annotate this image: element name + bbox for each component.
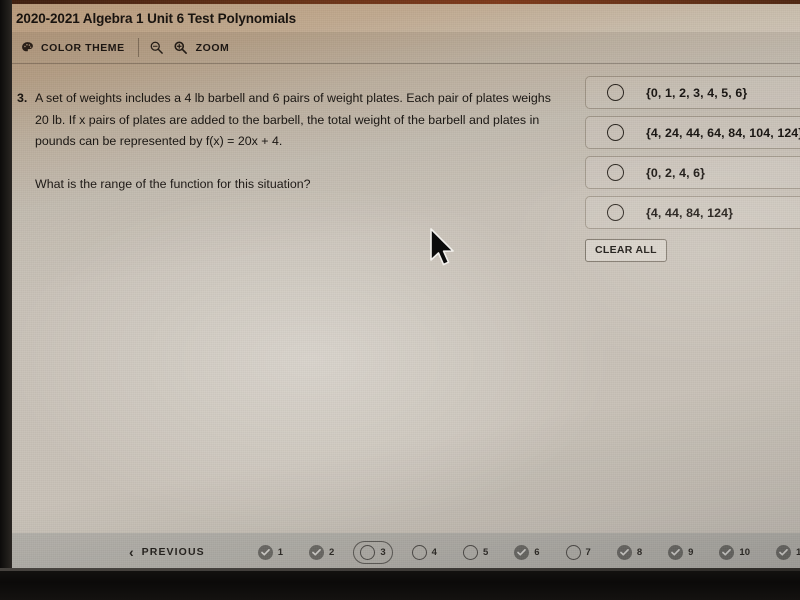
pager-item-6[interactable]: 6 [507, 541, 546, 564]
toolbar-divider [137, 38, 139, 57]
check-icon [776, 544, 791, 560]
pager-number: 2 [329, 546, 335, 558]
bottom-navigation: ‹ PREVIOUS 1234567891011 · · · [11, 533, 800, 571]
zoom-button[interactable]: ZOOM [188, 32, 241, 63]
radio-button-a[interactable] [607, 84, 624, 101]
radio-button-d[interactable] [607, 204, 624, 221]
magnifier-plus-icon[interactable] [173, 40, 188, 55]
pager-item-2[interactable]: 2 [302, 541, 341, 564]
pager-item-1[interactable]: 1 [251, 541, 290, 564]
monitor-photo: 2020-2021 Algebra 1 Unit 6 Test Polynomi… [0, 0, 800, 600]
color-theme-button[interactable]: COLOR THEME [11, 32, 136, 63]
answer-choice-a[interactable]: {0, 1, 2, 3, 4, 5, 6} [585, 76, 800, 109]
chevron-left-icon: ‹ [129, 544, 134, 560]
pager-number: 9 [688, 546, 694, 558]
previous-button[interactable]: ‹ PREVIOUS [129, 545, 205, 559]
check-icon [309, 544, 325, 560]
answer-choices: {0, 1, 2, 3, 4, 5, 6} {4, 24, 44, 64, 84… [585, 76, 800, 236]
pager-item-7[interactable]: 7 [559, 541, 598, 564]
pager-item-5[interactable]: 5 [456, 541, 495, 564]
pager-item-10[interactable]: 10 [712, 541, 757, 564]
check-icon [616, 544, 632, 560]
question-block: 3. A set of weights includes a 4 lb barb… [17, 88, 565, 195]
radio-button-b[interactable] [607, 124, 624, 141]
screen-top-edge [11, 0, 800, 4]
pager-item-4[interactable]: 4 [405, 541, 444, 564]
question-pager: 1 2 3 4 5 6 7 8 9 10 11 [251, 540, 800, 564]
app-header: 2020-2021 Algebra 1 Unit 6 Test Polynomi… [11, 4, 800, 32]
pager-item-3[interactable]: 3 [353, 540, 393, 564]
palette-icon [21, 41, 34, 54]
pager-number: 5 [482, 546, 489, 558]
check-icon [257, 544, 273, 560]
question-prompt: What is the range of the function for th… [35, 176, 311, 191]
pager-number: 8 [636, 546, 643, 558]
empty-circle-icon [565, 544, 581, 560]
screen-area: 2020-2021 Algebra 1 Unit 6 Test Polynomi… [11, 0, 800, 571]
monitor-bezel-left [0, 0, 12, 600]
answer-choice-c[interactable]: {0, 2, 4, 6} [585, 156, 800, 189]
answer-choice-b[interactable]: {4, 24, 44, 64, 84, 104, 124} [585, 116, 800, 149]
empty-circle-icon [411, 544, 427, 560]
answer-choice-a-label: {0, 1, 2, 3, 4, 5, 6} [646, 85, 748, 100]
pager-number: 3 [380, 546, 386, 558]
zoom-label: ZOOM [195, 41, 230, 54]
magnifier-minus-icon[interactable] [149, 40, 164, 55]
check-icon [719, 544, 735, 560]
toolbar: COLOR THEME ZOOM [11, 32, 800, 64]
pager-item-8[interactable]: 8 [610, 541, 649, 564]
pager-item-11[interactable]: 11 [769, 541, 800, 564]
empty-circle-icon [462, 544, 478, 560]
question-number: 3. [17, 91, 28, 105]
pager-number: 1 [277, 546, 284, 558]
pager-item-9[interactable]: 9 [661, 541, 700, 564]
check-icon [668, 544, 684, 560]
empty-circle-icon [360, 544, 376, 560]
answer-choice-d[interactable]: {4, 44, 84, 124} [585, 196, 800, 229]
pager-number: 6 [534, 546, 540, 558]
pager-number: 7 [585, 546, 591, 558]
monitor-bezel-bottom [0, 568, 800, 600]
answer-choice-b-label: {4, 24, 44, 64, 84, 104, 124} [646, 125, 800, 140]
answer-choice-d-label: {4, 44, 84, 124} [646, 205, 734, 220]
previous-label: PREVIOUS [141, 546, 205, 558]
pager-number: 4 [431, 546, 437, 558]
page-title: 2020-2021 Algebra 1 Unit 6 Test Polynomi… [16, 10, 297, 26]
answer-choice-c-label: {0, 2, 4, 6} [646, 165, 706, 180]
check-icon [514, 544, 530, 560]
color-theme-label: COLOR THEME [41, 41, 125, 54]
question-text: A set of weights includes a 4 lb barbell… [35, 91, 551, 148]
radio-button-c[interactable] [607, 164, 624, 181]
pager-number: 10 [739, 546, 750, 558]
clear-all-button[interactable]: CLEAR ALL [585, 239, 667, 262]
pager-number: 11 [796, 546, 800, 558]
question-page: 3. A set of weights includes a 4 lb barb… [11, 64, 800, 533]
